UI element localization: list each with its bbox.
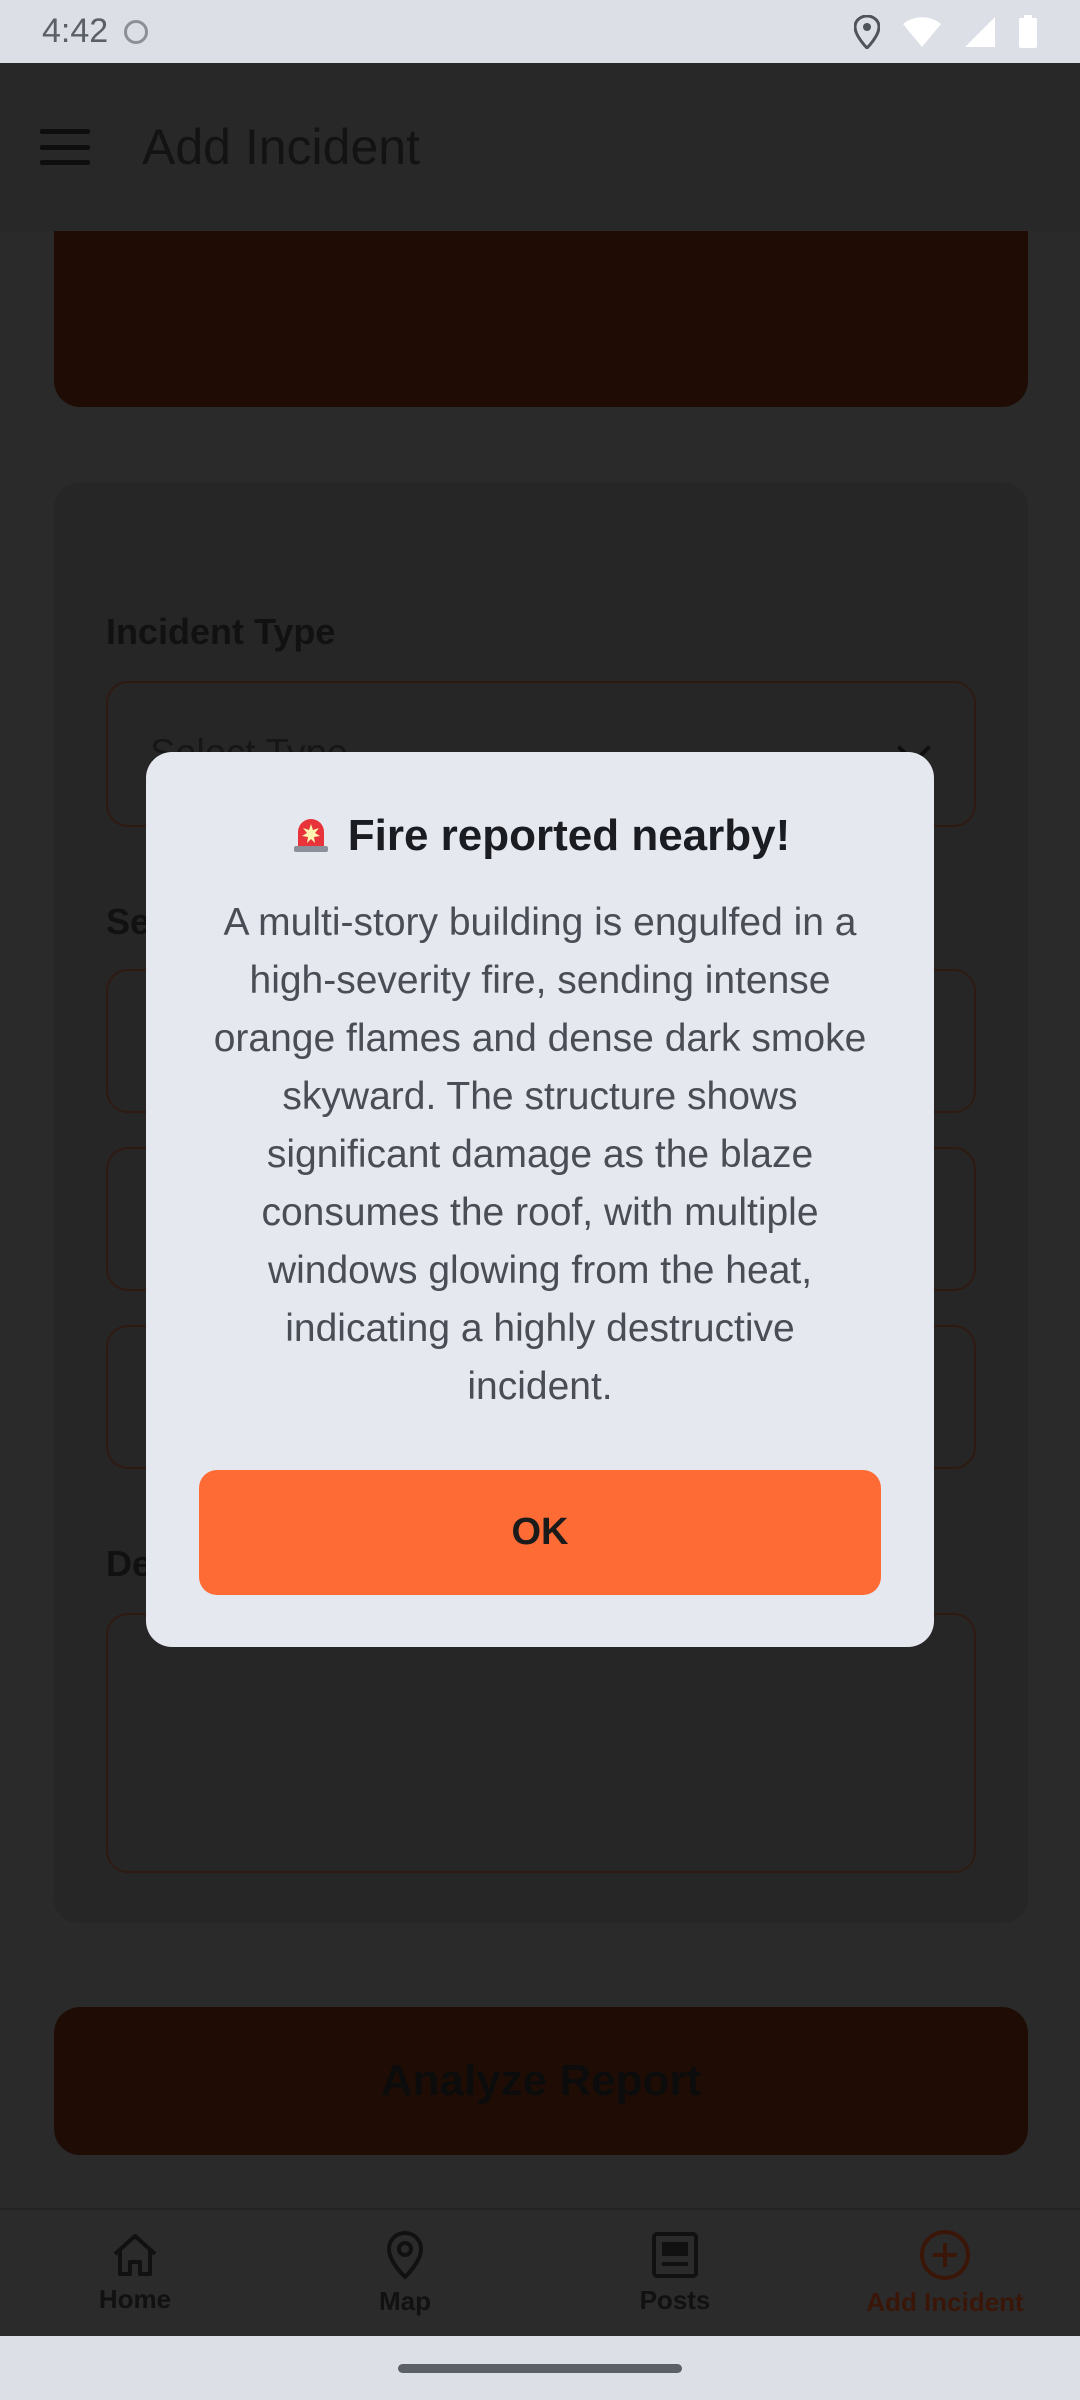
nav-map-label: Map [379,2285,431,2316]
alert-dialog: Fire reported nearby! A multi-story buil… [146,752,934,1647]
wifi-icon [903,16,941,47]
dialog-title-text: Fire reported nearby! [347,811,791,860]
header-banner [54,231,1028,407]
map-pin-icon [386,2230,424,2280]
nav-add-incident-label: Add Incident [866,2286,1024,2317]
top-app-bar: Add Incident [0,63,1080,231]
home-gesture-handle[interactable] [398,2364,682,2373]
location-icon [854,14,880,49]
nav-add-incident[interactable]: Add Incident [810,2210,1080,2336]
posts-icon [652,2231,698,2278]
ok-button-label: OK [511,1511,569,1553]
status-time: 4:42 [42,12,109,50]
bottom-navigation: Home Map Posts Add Incident [0,2208,1080,2336]
analyze-report-label: Analyze Report [380,2056,702,2105]
nav-home-label: Home [98,2283,172,2314]
status-icons [854,14,1038,49]
analyze-report-button[interactable]: Analyze Report [54,2007,1028,2155]
gesture-bar [0,2336,1080,2400]
description-textarea[interactable] [106,1613,976,1873]
location-tracking-icon [124,19,149,44]
status-bar: 4:42 [0,0,1080,63]
nav-posts-label: Posts [639,2284,711,2315]
incident-type-label: Incident Type [106,611,336,652]
nav-home[interactable]: Home [0,2210,270,2336]
add-circle-icon [920,2229,970,2280]
page-title: Add Incident [142,119,420,175]
dialog-message: A multi-story building is engulfed in a … [213,901,867,1408]
nav-map[interactable]: Map [270,2210,540,2336]
battery-icon [1019,14,1037,48]
siren-icon [293,819,328,852]
menu-icon[interactable] [40,129,90,165]
nav-posts[interactable]: Posts [540,2210,810,2336]
dialog-title: Fire reported nearby! [146,810,934,861]
signal-icon [965,16,995,47]
severity-label: Se [106,901,151,942]
ok-button[interactable]: OK [199,1470,881,1595]
home-icon [113,2233,157,2276]
